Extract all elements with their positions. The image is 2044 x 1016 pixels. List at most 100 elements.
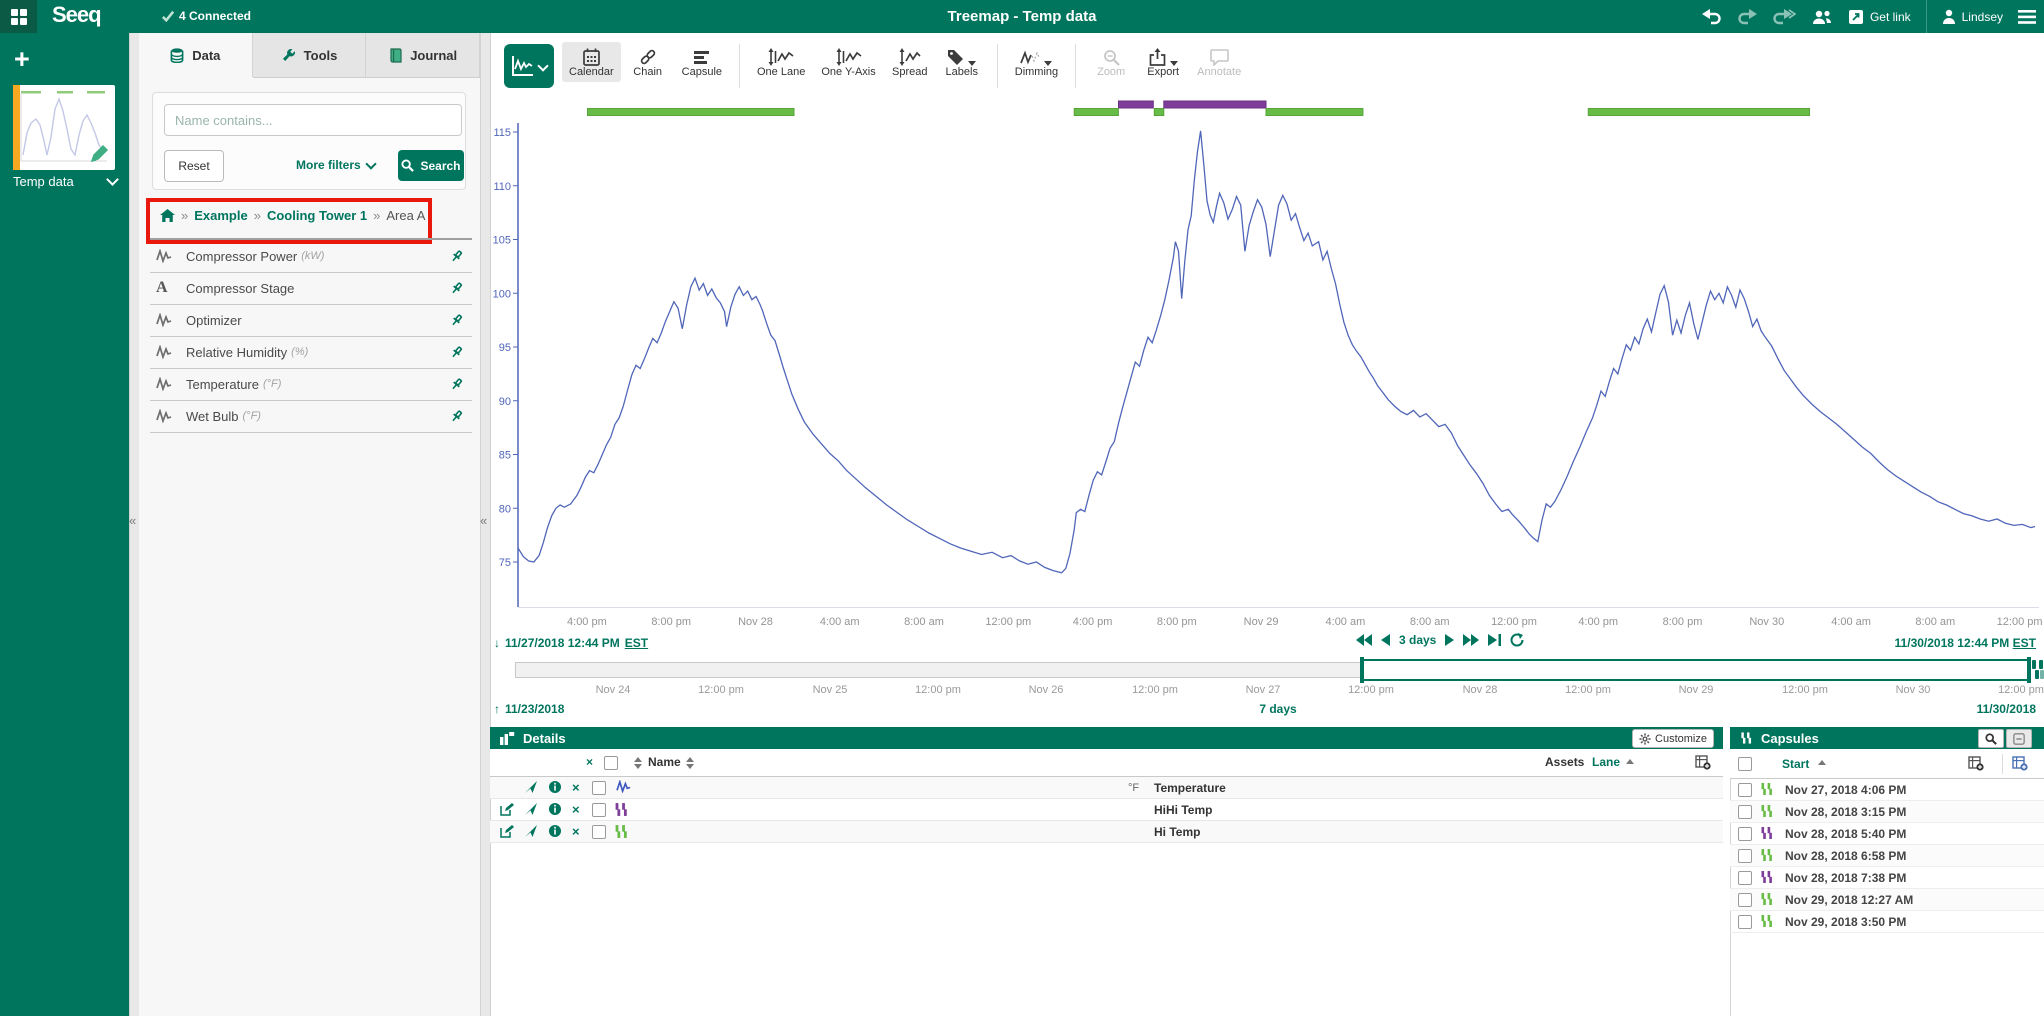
connection-status[interactable]: 4 Connected	[162, 9, 251, 23]
row-checkbox[interactable]	[1738, 871, 1752, 885]
home-icon[interactable]	[160, 209, 175, 223]
collapse-left-icon[interactable]: «	[480, 513, 487, 528]
step-back-button[interactable]	[1381, 634, 1390, 646]
select-all-checkbox[interactable]	[1738, 757, 1752, 771]
trend-chart[interactable]: 75808590951001051101154:00 pm8:00 pmNov …	[490, 97, 2044, 642]
sort-icon[interactable]	[634, 757, 642, 769]
column-header-start[interactable]: Start	[1782, 757, 1809, 771]
signal-row-wet-bulb[interactable]: Wet Bulb (°F)	[150, 400, 472, 433]
tool-calendar[interactable]: Calendar	[562, 42, 621, 82]
row-checkbox[interactable]	[1738, 783, 1752, 797]
pin-icon[interactable]	[449, 409, 464, 424]
capsule-row[interactable]: Nov 27, 2018 4:06 PM	[1730, 779, 2044, 801]
tab-data[interactable]: Data	[139, 33, 253, 77]
navigate-icon[interactable]	[524, 824, 538, 838]
details-row-temperature[interactable]: × °F Temperature Area A 1	[490, 777, 1723, 799]
new-worksheet-button[interactable]: +	[14, 44, 30, 75]
select-all-checkbox[interactable]	[604, 756, 618, 770]
capsule-row[interactable]: Nov 28, 2018 7:38 PM	[1730, 867, 2044, 889]
sort-icon[interactable]	[686, 757, 694, 769]
signal-row-temperature[interactable]: Temperature (°F)	[150, 368, 472, 401]
capsule-row[interactable]: Nov 28, 2018 5:40 PM	[1730, 823, 2044, 845]
row-checkbox[interactable]	[1738, 915, 1752, 929]
step-forward-button[interactable]	[1445, 634, 1454, 646]
remove-icon[interactable]: ×	[572, 824, 580, 839]
investigate-duration[interactable]: 7 days	[1198, 702, 1358, 716]
pin-icon[interactable]	[449, 313, 464, 328]
row-checkbox[interactable]	[592, 803, 606, 817]
tool-one-lane[interactable]: One Lane	[750, 42, 812, 82]
redo-all-button[interactable]	[1772, 9, 1796, 25]
remove-all-button[interactable]: ×	[586, 755, 593, 769]
edit-icon[interactable]	[500, 802, 514, 816]
worksheet-name[interactable]: Temp data	[13, 174, 117, 189]
capsule-row[interactable]: Nov 29, 2018 12:27 AM	[1730, 889, 2044, 911]
remove-icon[interactable]: ×	[572, 780, 580, 795]
breadcrumb-link-cooling-tower-1[interactable]: Cooling Tower 1	[267, 208, 367, 223]
tab-journal[interactable]: Journal	[366, 33, 480, 78]
details-row-hi-temp[interactable]: × Hi Temp Area A	[490, 821, 1723, 843]
capsule-row[interactable]: Nov 29, 2018 3:50 PM	[1730, 911, 2044, 933]
search-input[interactable]	[164, 104, 462, 136]
redo-button[interactable]	[1737, 9, 1757, 25]
column-header-name[interactable]: Name	[648, 755, 681, 769]
column-header-lane[interactable]: Lane	[1592, 755, 1620, 769]
info-icon[interactable]	[548, 780, 562, 794]
tab-tools[interactable]: Tools	[253, 33, 367, 78]
row-checkbox[interactable]	[1738, 805, 1752, 819]
hamburger-menu-button[interactable]	[2018, 10, 2036, 24]
tool-export[interactable]: Export	[1138, 42, 1188, 82]
undo-button[interactable]	[1702, 9, 1722, 25]
worksheet-thumbnail[interactable]	[13, 85, 115, 170]
user-menu[interactable]: Lindsey	[1942, 9, 2003, 24]
navigate-icon[interactable]	[524, 780, 538, 794]
range-end-timezone[interactable]: EST	[2013, 636, 2036, 650]
navigate-icon[interactable]	[524, 802, 538, 816]
tool-chain[interactable]: Chain	[623, 42, 673, 82]
investigate-range-end[interactable]: 11/30/2018	[1977, 702, 2036, 716]
customize-button[interactable]: Customize	[1632, 729, 1714, 748]
tool-dimming[interactable]: Dimming	[1008, 42, 1065, 82]
row-checkbox[interactable]	[1738, 849, 1752, 863]
capsule-row[interactable]: Nov 28, 2018 6:58 PM	[1730, 845, 2044, 867]
get-link-button[interactable]: Get link	[1848, 9, 1911, 25]
tool-one-y-axis[interactable]: One Y-Axis	[814, 42, 882, 82]
column-header-assets[interactable]: Assets	[1545, 755, 1584, 769]
app-menu-button[interactable]	[0, 0, 37, 33]
row-checkbox[interactable]	[1738, 827, 1752, 841]
display-range-selection[interactable]	[1361, 659, 2030, 681]
signal-row-optimizer[interactable]: Optimizer	[150, 304, 472, 337]
edit-icon[interactable]	[500, 824, 514, 838]
capsules-collapse-button[interactable]	[2006, 729, 2032, 748]
row-checkbox[interactable]	[1738, 893, 1752, 907]
reset-button[interactable]: Reset	[164, 150, 224, 182]
range-start-timezone[interactable]: EST	[625, 636, 648, 650]
signal-row-compressor-stage[interactable]: A Compressor Stage	[150, 272, 472, 305]
investigate-range-start[interactable]: ↑ 11/23/2018	[494, 702, 564, 716]
capsules-search-button[interactable]	[1978, 729, 2004, 748]
breadcrumb-link-example[interactable]: Example	[194, 208, 247, 223]
tool-capsule[interactable]: Capsule	[675, 42, 729, 82]
refresh-icon[interactable]	[1510, 633, 1524, 647]
remove-icon[interactable]: ×	[572, 802, 580, 817]
signal-row-compressor-power[interactable]: Compressor Power (kW)	[150, 240, 472, 273]
add-column-icon[interactable]	[1695, 755, 1711, 770]
details-row-hihi-temp[interactable]: × HiHi Temp Area A	[490, 799, 1723, 821]
users-button[interactable]	[1811, 9, 1833, 25]
signal-row-relative-humidity[interactable]: Relative Humidity (%)	[150, 336, 472, 369]
pin-icon[interactable]	[449, 377, 464, 392]
tool-labels[interactable]: Labels	[937, 42, 987, 82]
view-mode-trend-button[interactable]	[504, 44, 554, 88]
capsule-row[interactable]: Nov 28, 2018 3:15 PM	[1730, 801, 2044, 823]
collapse-left-icon[interactable]: «	[129, 513, 136, 528]
pin-icon[interactable]	[449, 345, 464, 360]
row-checkbox[interactable]	[592, 781, 606, 795]
pin-icon[interactable]	[449, 281, 464, 296]
timeline-capsule-icon[interactable]	[2031, 658, 2044, 682]
info-icon[interactable]	[548, 824, 562, 838]
display-range-start[interactable]: ↓ 11/27/2018 12:44 PM EST	[494, 636, 648, 650]
more-filters-button[interactable]: More filters	[296, 158, 375, 172]
search-button[interactable]: Search	[398, 150, 464, 181]
range-duration-label[interactable]: 3 days	[1399, 633, 1436, 647]
pin-icon[interactable]	[449, 249, 464, 264]
